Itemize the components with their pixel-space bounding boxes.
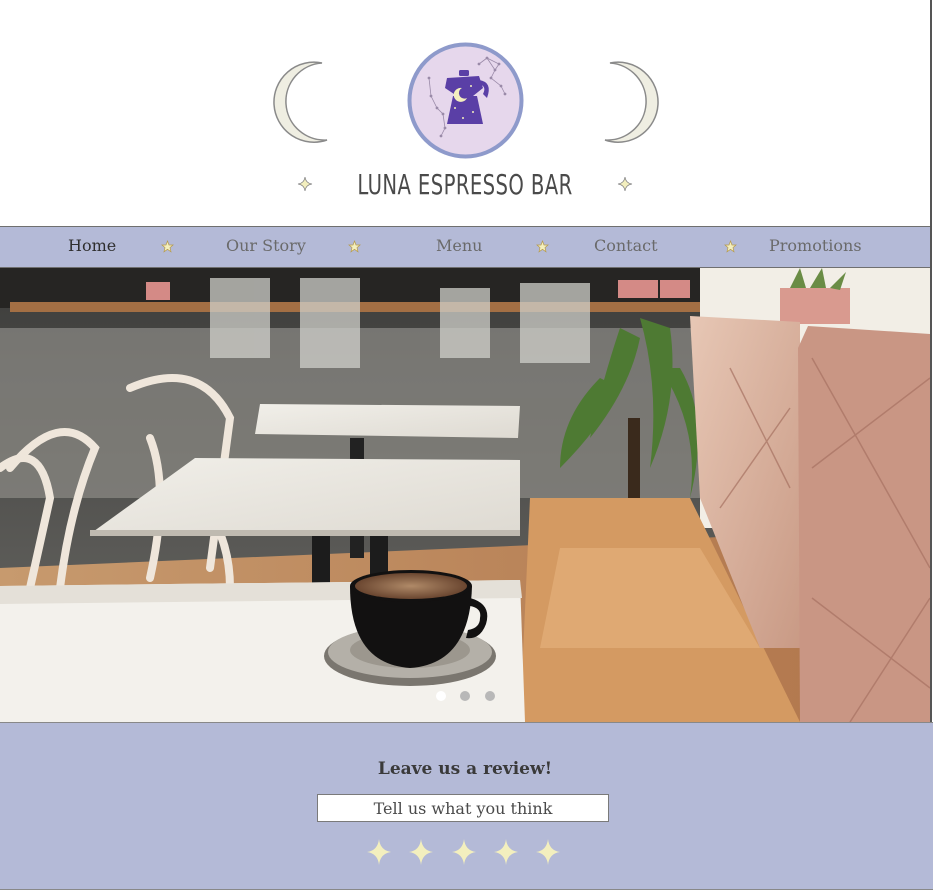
rating-star-icon[interactable] — [451, 838, 477, 866]
nav-star-icon — [348, 240, 361, 253]
carousel-dot-1[interactable] — [436, 691, 446, 701]
nav-star-icon — [536, 240, 549, 253]
rating-stars — [0, 838, 930, 868]
nav-item-home[interactable]: Home — [68, 227, 116, 267]
rating-star-icon[interactable] — [535, 838, 561, 866]
brand-name: LUNA ESPRESSO BAR — [357, 167, 573, 201]
rating-star-icon[interactable] — [366, 838, 392, 866]
nav-item-contact[interactable]: Contact — [594, 227, 658, 267]
review-input[interactable] — [317, 794, 609, 822]
sparkle-icon — [617, 176, 633, 192]
moka-pot-logo — [407, 42, 524, 159]
main-nav: Home Our Story Menu Contact Promotions — [0, 226, 930, 268]
crescent-moon-icon — [604, 61, 659, 143]
nav-item-menu[interactable]: Menu — [436, 227, 482, 267]
nav-item-promotions[interactable]: Promotions — [769, 227, 862, 267]
review-section: Leave us a review! — [0, 722, 933, 890]
carousel-dots — [0, 691, 930, 705]
crescent-moon-icon — [273, 61, 328, 143]
carousel-dot-3[interactable] — [485, 691, 495, 701]
cafe-interior-photo — [0, 268, 930, 722]
nav-star-icon — [161, 240, 174, 253]
review-title: Leave us a review! — [377, 759, 553, 779]
nav-star-icon — [724, 240, 737, 253]
site-header: LUNA ESPRESSO BAR — [0, 0, 930, 226]
logo-link[interactable] — [407, 42, 524, 159]
nav-item-our-story[interactable]: Our Story — [226, 227, 306, 267]
carousel-dot-2[interactable] — [460, 691, 470, 701]
rating-star-icon[interactable] — [493, 838, 519, 866]
sparkle-icon — [297, 176, 313, 192]
brand-title-row: LUNA ESPRESSO BAR — [0, 164, 930, 204]
hero-carousel[interactable] — [0, 268, 930, 722]
rating-star-icon[interactable] — [408, 838, 434, 866]
